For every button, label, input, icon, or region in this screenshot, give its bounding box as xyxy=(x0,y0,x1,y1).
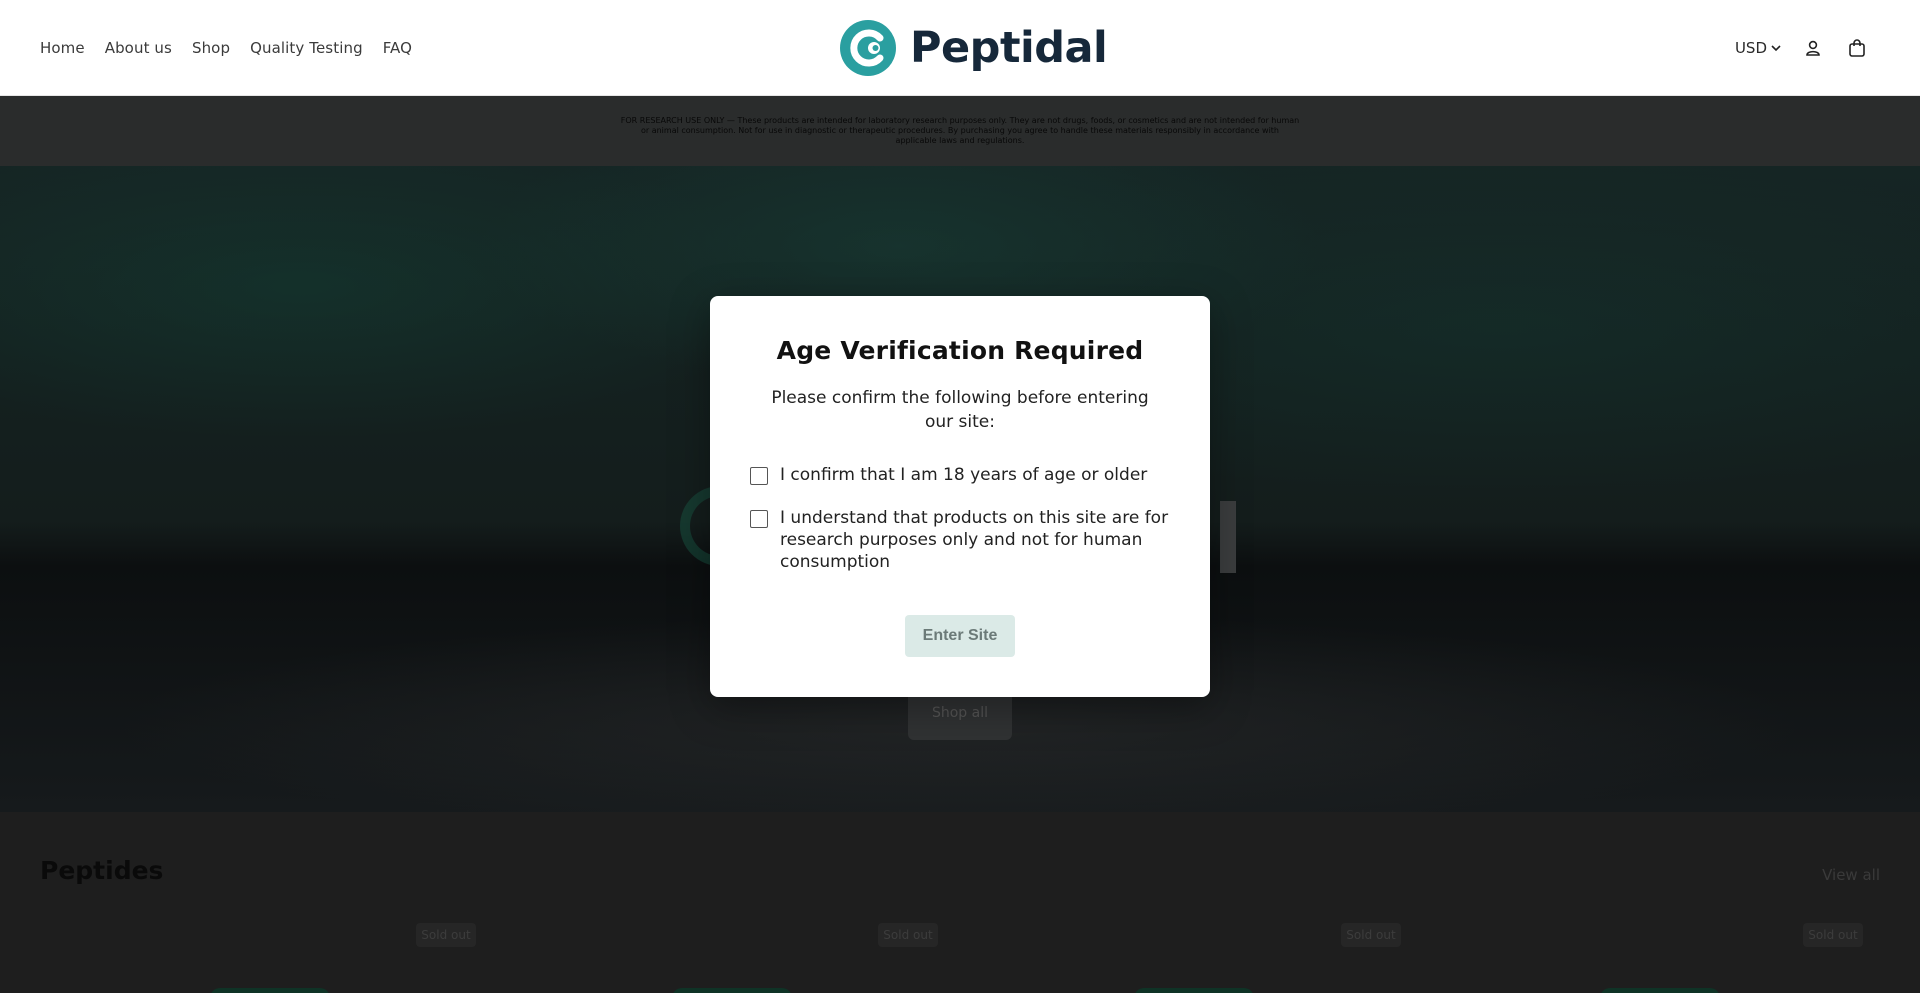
age-verification-modal: Age Verification Required Please confirm… xyxy=(710,296,1210,697)
modal-subtitle: Please confirm the following before ente… xyxy=(771,388,1149,432)
research-confirm-label[interactable]: I understand that products on this site … xyxy=(780,507,1170,573)
age-confirm-label[interactable]: I confirm that I am 18 years of age or o… xyxy=(780,464,1147,486)
enter-site-button[interactable]: Enter Site xyxy=(905,615,1015,657)
modal-title: Age Verification Required xyxy=(776,336,1144,365)
research-confirm-row[interactable]: I understand that products on this site … xyxy=(750,507,1170,573)
age-confirm-row[interactable]: I confirm that I am 18 years of age or o… xyxy=(750,464,1170,486)
age-confirm-checkbox[interactable] xyxy=(750,467,768,485)
research-confirm-checkbox[interactable] xyxy=(750,510,768,528)
